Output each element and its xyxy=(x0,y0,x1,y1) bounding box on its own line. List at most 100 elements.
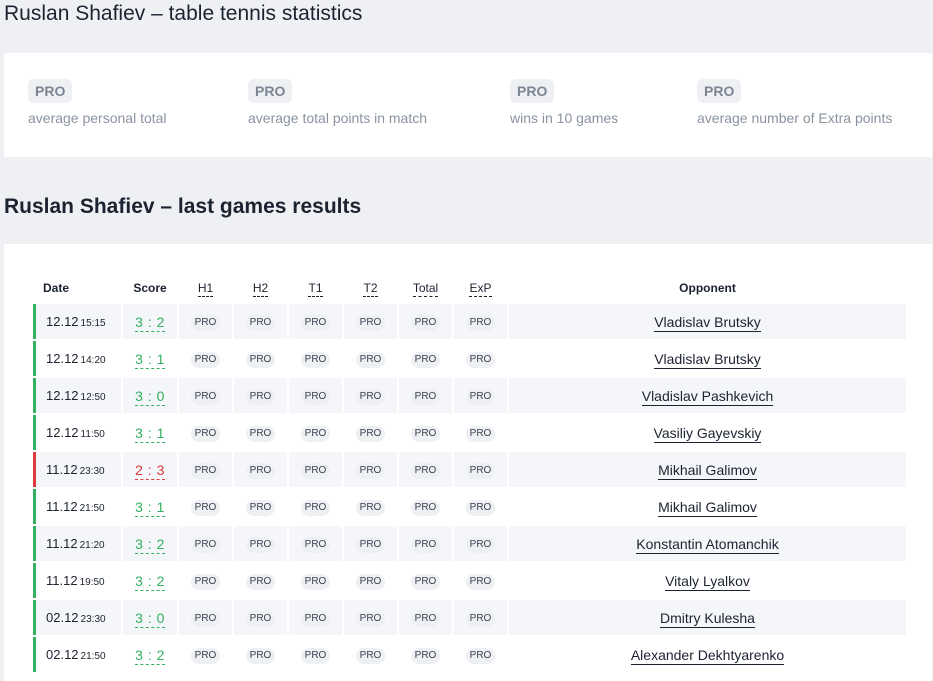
opponent-link[interactable]: Mikhail Galimov xyxy=(658,498,757,517)
pro-badge[interactable]: PRO xyxy=(190,499,221,516)
opponent-link[interactable]: Alexander Dekhtyarenko xyxy=(630,646,785,665)
pro-badge[interactable]: PRO xyxy=(410,499,441,516)
opponent-link[interactable]: Vladislav Pashkevich xyxy=(641,387,774,406)
stat-average-total-points[interactable]: PRO average total points in match xyxy=(248,79,427,126)
pro-badge[interactable]: PRO xyxy=(465,314,496,331)
opponent-link[interactable]: Vladislav Brutsky xyxy=(654,313,761,332)
pro-badge[interactable]: PRO xyxy=(410,610,441,627)
pro-badge[interactable]: PRO xyxy=(355,351,386,368)
match-score[interactable]: 3 : 0 xyxy=(135,609,165,628)
pro-badge[interactable]: PRO xyxy=(245,314,276,331)
pro-badge[interactable]: PRO xyxy=(300,536,331,553)
pro-badge[interactable]: PRO xyxy=(355,314,386,331)
pro-badge[interactable]: PRO xyxy=(245,351,276,368)
header-t1[interactable]: T1 xyxy=(289,274,342,302)
pro-badge[interactable]: PRO xyxy=(190,462,221,479)
pro-badge[interactable]: PRO xyxy=(355,462,386,479)
pro-badge[interactable]: PRO xyxy=(355,388,386,405)
header-exp[interactable]: ExP xyxy=(454,274,507,302)
header-total[interactable]: Total xyxy=(399,274,452,302)
pro-badge[interactable]: PRO xyxy=(300,388,331,405)
pro-badge[interactable]: PRO xyxy=(355,536,386,553)
header-t1-label[interactable]: T1 xyxy=(308,281,323,297)
stat-average-personal-total[interactable]: PRO average personal total xyxy=(28,79,167,126)
match-score[interactable]: 3 : 2 xyxy=(135,646,165,665)
pro-badge[interactable]: PRO xyxy=(245,536,276,553)
match-score[interactable]: 2 : 3 xyxy=(135,461,165,480)
header-total-label[interactable]: Total xyxy=(412,281,439,297)
pro-badge[interactable]: PRO xyxy=(245,388,276,405)
header-t2-label[interactable]: T2 xyxy=(363,281,378,297)
pro-badge[interactable]: PRO xyxy=(190,388,221,405)
pro-badge[interactable]: PRO xyxy=(245,573,276,590)
pro-badge[interactable]: PRO xyxy=(300,499,331,516)
pro-badge[interactable]: PRO xyxy=(410,462,441,479)
pro-badge[interactable]: PRO xyxy=(28,79,73,103)
pro-badge[interactable]: PRO xyxy=(355,647,386,664)
pro-badge[interactable]: PRO xyxy=(245,647,276,664)
header-h1-label[interactable]: H1 xyxy=(197,281,214,297)
pro-badge[interactable]: PRO xyxy=(465,351,496,368)
pro-badge[interactable]: PRO xyxy=(300,314,331,331)
pro-badge[interactable]: PRO xyxy=(245,462,276,479)
pro-badge[interactable]: PRO xyxy=(245,610,276,627)
pro-badge[interactable]: PRO xyxy=(190,573,221,590)
pro-badge[interactable]: PRO xyxy=(190,425,221,442)
stat-average-extra-points[interactable]: PRO average number of Extra points xyxy=(697,79,892,126)
pro-badge[interactable]: PRO xyxy=(410,536,441,553)
pro-badge[interactable]: PRO xyxy=(355,499,386,516)
pro-badge[interactable]: PRO xyxy=(410,573,441,590)
opponent-link[interactable]: Vladislav Brutsky xyxy=(654,350,761,369)
pro-badge[interactable]: PRO xyxy=(245,425,276,442)
match-score[interactable]: 3 : 2 xyxy=(135,313,165,332)
opponent-link[interactable]: Mikhail Galimov xyxy=(658,461,757,480)
pro-badge[interactable]: PRO xyxy=(465,647,496,664)
header-h2[interactable]: H2 xyxy=(234,274,287,302)
pro-badge[interactable]: PRO xyxy=(300,425,331,442)
pro-badge[interactable]: PRO xyxy=(300,573,331,590)
stat-wins-in-10-games[interactable]: PRO wins in 10 games xyxy=(510,79,618,126)
opponent-link[interactable]: Vasiliy Gayevskiy xyxy=(653,424,762,443)
match-score[interactable]: 3 : 2 xyxy=(135,572,165,591)
pro-badge[interactable]: PRO xyxy=(190,351,221,368)
header-h2-label[interactable]: H2 xyxy=(252,281,269,297)
pro-badge[interactable]: PRO xyxy=(465,462,496,479)
match-score[interactable]: 3 : 1 xyxy=(135,350,165,369)
pro-badge[interactable]: PRO xyxy=(300,351,331,368)
pro-badge[interactable]: PRO xyxy=(410,425,441,442)
pro-badge[interactable]: PRO xyxy=(190,536,221,553)
pro-badge[interactable]: PRO xyxy=(465,499,496,516)
opponent-link[interactable]: Konstantin Atomanchik xyxy=(636,535,779,554)
header-t2[interactable]: T2 xyxy=(344,274,397,302)
pro-badge[interactable]: PRO xyxy=(510,79,555,103)
opponent-link[interactable]: Dmitry Kulesha xyxy=(660,609,755,628)
header-h1[interactable]: H1 xyxy=(179,274,232,302)
pro-badge[interactable]: PRO xyxy=(465,573,496,590)
pro-badge[interactable]: PRO xyxy=(465,425,496,442)
pro-badge[interactable]: PRO xyxy=(245,499,276,516)
header-exp-label[interactable]: ExP xyxy=(469,281,492,297)
opponent-link[interactable]: Vitaly Lyalkov xyxy=(665,572,750,591)
pro-badge[interactable]: PRO xyxy=(190,314,221,331)
pro-badge[interactable]: PRO xyxy=(190,647,221,664)
pro-badge[interactable]: PRO xyxy=(300,610,331,627)
match-score[interactable]: 3 : 1 xyxy=(135,424,165,443)
pro-badge[interactable]: PRO xyxy=(300,462,331,479)
match-score[interactable]: 3 : 2 xyxy=(135,535,165,554)
pro-badge[interactable]: PRO xyxy=(300,647,331,664)
pro-badge[interactable]: PRO xyxy=(410,314,441,331)
pro-badge[interactable]: PRO xyxy=(355,573,386,590)
pro-badge[interactable]: PRO xyxy=(697,79,742,103)
pro-badge[interactable]: PRO xyxy=(410,388,441,405)
pro-badge[interactable]: PRO xyxy=(410,351,441,368)
pro-badge[interactable]: PRO xyxy=(465,536,496,553)
pro-badge[interactable]: PRO xyxy=(248,79,293,103)
pro-badge[interactable]: PRO xyxy=(355,610,386,627)
match-score[interactable]: 3 : 1 xyxy=(135,498,165,517)
pro-badge[interactable]: PRO xyxy=(355,425,386,442)
pro-badge[interactable]: PRO xyxy=(190,610,221,627)
pro-badge[interactable]: PRO xyxy=(465,388,496,405)
pro-badge[interactable]: PRO xyxy=(410,647,441,664)
match-score[interactable]: 3 : 0 xyxy=(135,387,165,406)
pro-badge[interactable]: PRO xyxy=(465,610,496,627)
